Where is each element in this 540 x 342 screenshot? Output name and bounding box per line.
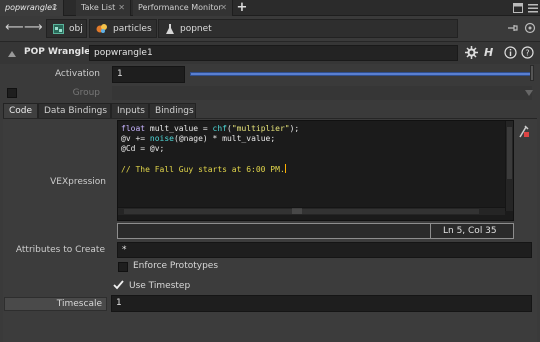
editor-status-bar: Ln 5, Col 35 — [117, 223, 514, 239]
group-label: Group — [72, 88, 100, 98]
code-string: "multiplier" — [231, 124, 290, 133]
back-arrow-icon[interactable]: ⟵ — [5, 21, 24, 35]
gear-icon[interactable] — [465, 46, 478, 59]
tab-label: popwrangle1 — [5, 3, 58, 12]
menu-icon[interactable] — [528, 3, 538, 13]
geometry-object-icon — [96, 24, 107, 33]
node-name-field[interactable]: popwrangle1 — [89, 45, 458, 61]
activation-field[interactable]: 1 — [112, 66, 185, 83]
enforce-prototypes-checkbox[interactable] — [118, 262, 128, 272]
text-cursor — [284, 164, 286, 173]
tab-code[interactable]: Code — [3, 103, 38, 119]
link-icon[interactable] — [524, 22, 536, 34]
activation-slider[interactable] — [190, 72, 532, 76]
node-menu-icon[interactable] — [5, 45, 19, 59]
scrollbar-thumb[interactable] — [507, 127, 512, 179]
breadcrumb-label: popnet — [180, 24, 212, 34]
help-icon[interactable]: ? — [521, 46, 534, 59]
enforce-prototypes-label: Enforce Prototypes — [133, 261, 219, 271]
activation-label: Activation — [54, 69, 100, 79]
add-tab-icon[interactable]: + — [235, 0, 249, 16]
code-text: @Cd = @v; — [121, 144, 165, 153]
svg-text:?: ? — [525, 49, 529, 58]
breadcrumb-label: obj — [69, 24, 83, 34]
timescale-label: Timescale — [4, 297, 107, 311]
breadcrumb-popnet[interactable]: popnet — [158, 19, 458, 38]
close-icon[interactable]: ✕ — [118, 0, 125, 16]
tab-inputs[interactable]: Inputs — [111, 103, 149, 119]
expression-editor-icon[interactable] — [519, 125, 530, 138]
group-field — [112, 86, 532, 100]
use-timestep-label: Use Timestep — [129, 281, 191, 291]
code-keyword: float — [121, 124, 146, 133]
node-type-label: POP Wrangle — [24, 47, 91, 57]
code-text: ); — [289, 124, 300, 133]
code-comment: // The Fall Guy starts at 6:00 PM. — [121, 165, 285, 174]
breadcrumb-particles[interactable]: particles — [89, 19, 157, 38]
activation-slider-fill — [191, 73, 531, 75]
help-h-icon[interactable]: H — [484, 46, 497, 59]
breadcrumb-label: particles — [113, 24, 152, 34]
path-bar: ⟵ ⟶ obj particles popnet — [0, 16, 540, 42]
editor-horizontal-scrollbar[interactable] — [118, 207, 505, 215]
attributes-to-create-label: Attributes to Create — [15, 245, 105, 255]
info-icon[interactable] — [504, 46, 517, 59]
vexpression-label: VEXpression — [50, 177, 106, 187]
pane-layout-icon[interactable] — [513, 3, 523, 13]
activation-slider-handle[interactable] — [530, 65, 534, 81]
tab-label: Performance Monitor — [138, 3, 222, 12]
pane-tab-bar: popwrangle1 ✕ Take List ✕ Performance Mo… — [0, 0, 540, 16]
code-text: mult_value = — [145, 124, 213, 133]
forward-arrow-icon[interactable]: ⟶ — [24, 21, 43, 35]
network-icon — [53, 23, 64, 34]
tab-bindings[interactable]: Bindings — [149, 103, 196, 119]
chevron-down-icon[interactable] — [525, 90, 533, 96]
code-function: chf — [212, 124, 227, 133]
code-function: noise — [149, 134, 174, 143]
node-header: POP Wrangle popwrangle1 H ? — [0, 42, 540, 64]
close-icon[interactable]: ✕ — [220, 0, 227, 16]
tab-label: Take List — [81, 3, 116, 12]
vex-code-editor[interactable]: float mult_value = chf("multiplier"); @v… — [117, 120, 514, 221]
resize-grip-icon[interactable] — [292, 208, 302, 214]
close-icon[interactable]: ✕ — [51, 0, 58, 16]
tab-data-bindings[interactable]: Data Bindings — [38, 103, 111, 119]
editor-vertical-scrollbar[interactable] — [505, 121, 513, 211]
breadcrumb-obj[interactable]: obj — [46, 19, 87, 38]
checkmark-icon[interactable] — [113, 280, 124, 290]
timescale-field[interactable]: 1 — [111, 295, 532, 312]
pop-network-icon — [166, 23, 174, 34]
tab-take-list[interactable]: Take List ✕ — [76, 0, 131, 16]
code-text: (@nage) * mult_value; — [174, 134, 276, 143]
attributes-to-create-field[interactable]: * — [117, 242, 532, 258]
tab-popwrangle1[interactable]: popwrangle1 ✕ — [0, 0, 64, 16]
pin-icon[interactable] — [506, 22, 518, 34]
code-text: @v += — [121, 134, 150, 143]
tab-performance-monitor[interactable]: Performance Monitor ✕ — [133, 0, 233, 16]
cursor-position: Ln 5, Col 35 — [430, 224, 513, 238]
